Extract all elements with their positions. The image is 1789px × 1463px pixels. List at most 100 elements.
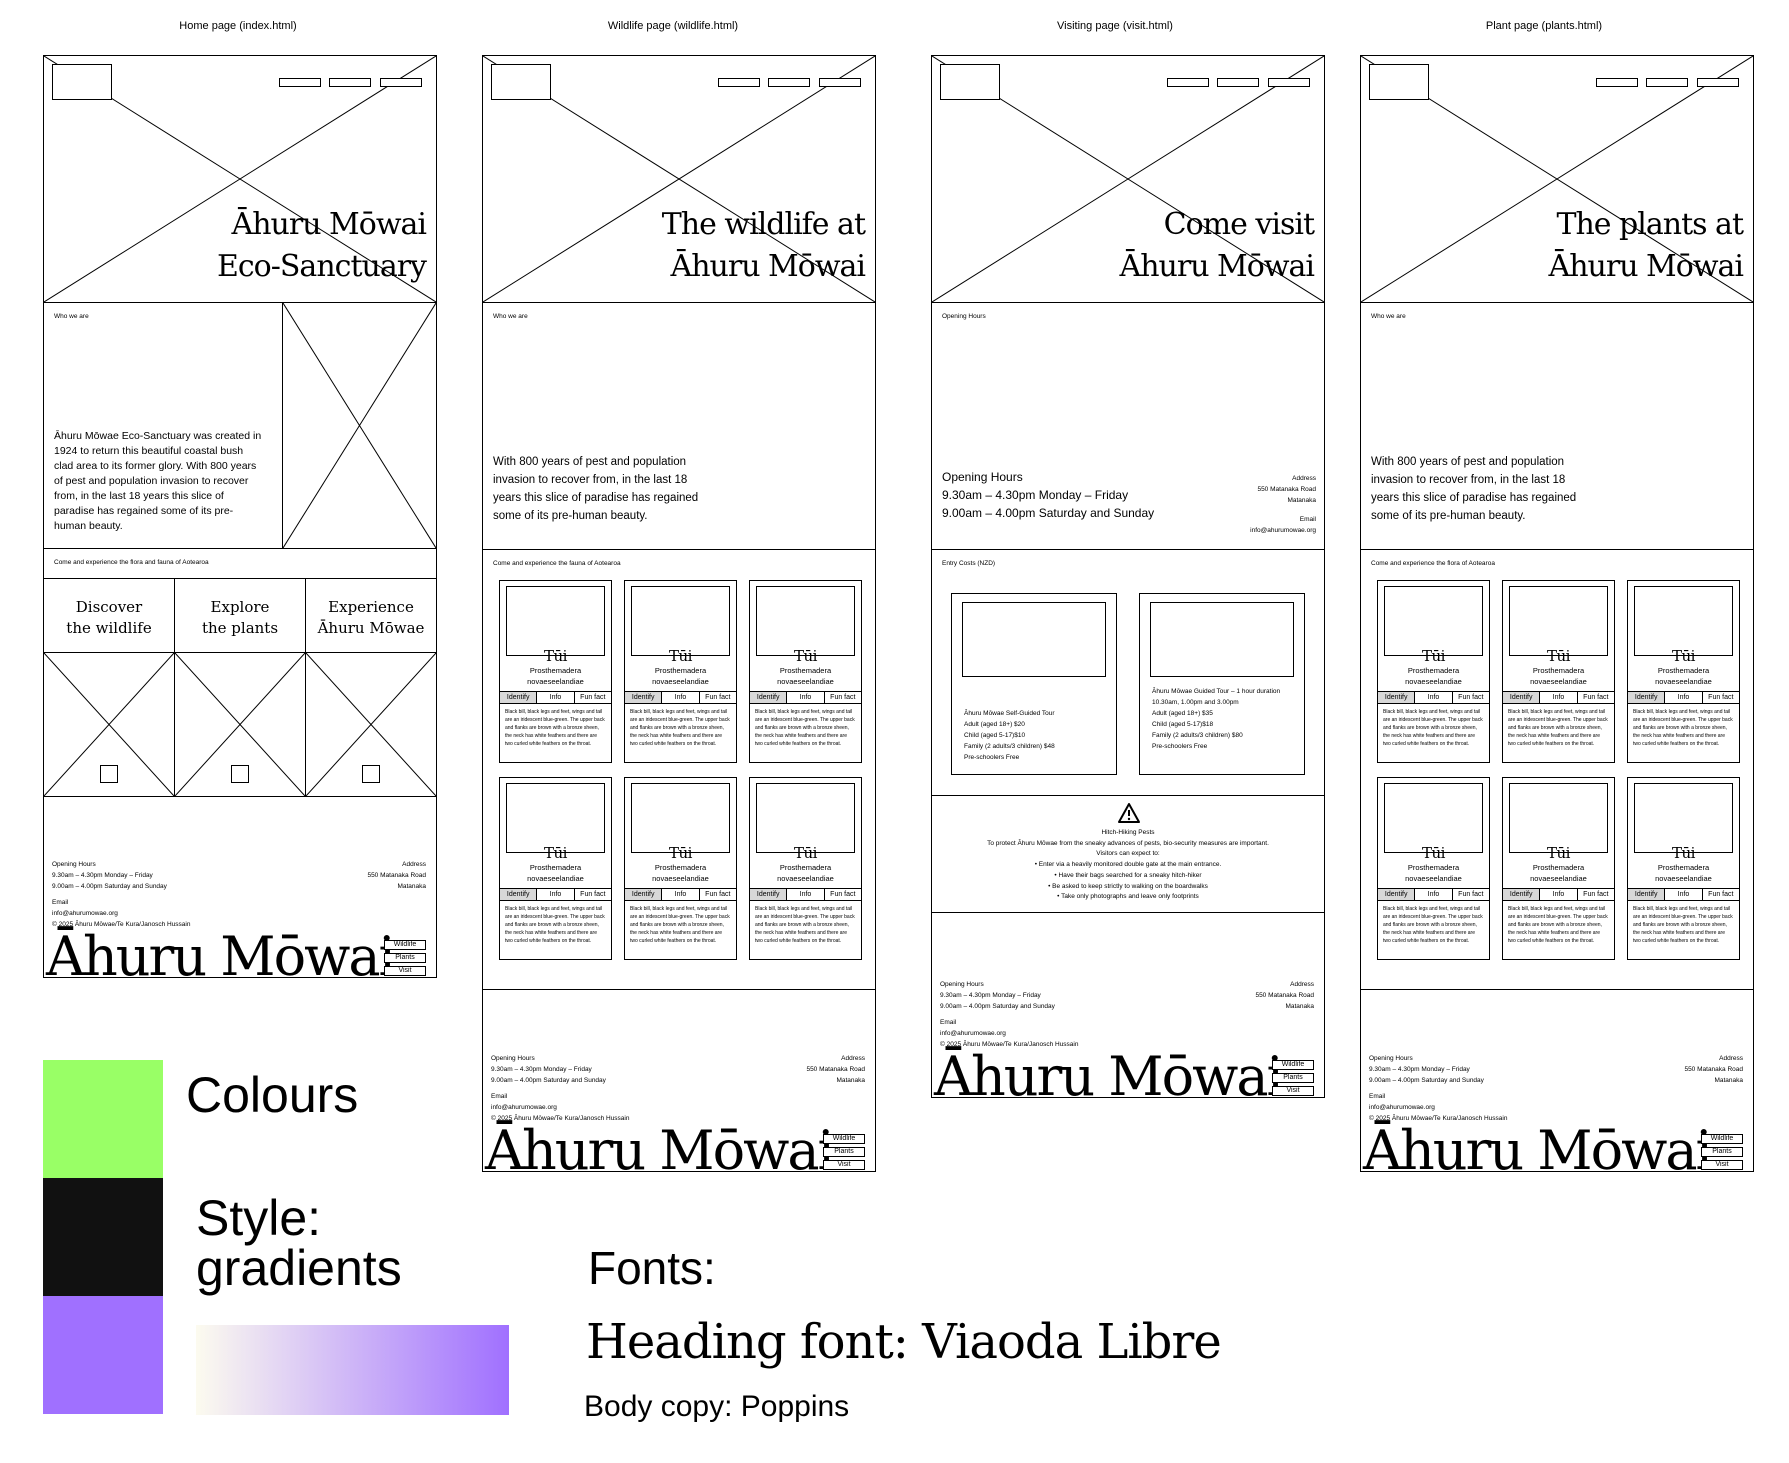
footer-email[interactable]: info@ahurumowae.org	[940, 1028, 1078, 1039]
footer-button-wildlife[interactable]: Wildlife	[384, 940, 426, 950]
tab-identify[interactable]: Identify	[1378, 889, 1416, 900]
species-card[interactable]: Tūi Prosthemadera novaeseelandiae Identif…	[499, 777, 612, 960]
link-button-placeholder[interactable]	[362, 765, 380, 783]
species-card[interactable]: Tūi Prosthemadera novaeseelandiae Identif…	[1377, 580, 1490, 763]
tab-fun-fact[interactable]: Fun fact	[1453, 889, 1489, 900]
footer-button-visit[interactable]: Visit	[384, 966, 426, 976]
logo-placeholder[interactable]	[1369, 64, 1429, 100]
nav-link-placeholder[interactable]	[1217, 78, 1259, 87]
link-tile-wildlife[interactable]: Discover the wildlife	[44, 579, 175, 652]
footer-button-wildlife[interactable]: Wildlife	[1701, 1134, 1743, 1144]
tab-info[interactable]: Info	[1540, 889, 1578, 900]
tab-identify[interactable]: Identify	[750, 692, 788, 703]
email-link[interactable]: info@ahurumowae.org	[1250, 525, 1316, 536]
tab-info[interactable]: Info	[662, 692, 700, 703]
experience-label-bar: Come and experience the flora and fauna …	[44, 549, 436, 579]
tab-fun-fact[interactable]: Fun fact	[825, 692, 861, 703]
tab-fun-fact[interactable]: Fun fact	[700, 692, 736, 703]
tab-fun-fact[interactable]: Fun fact	[825, 889, 861, 900]
nav-link-placeholder[interactable]	[329, 78, 371, 87]
heading-font-sample: Heading font: Viaoda Libre	[586, 1314, 1222, 1370]
species-card[interactable]: Tūi Prosthemadera novaeseelandiae Identif…	[749, 777, 862, 960]
species-card[interactable]: Tūi Prosthemadera novaeseelandiae Identif…	[1502, 580, 1615, 763]
footer-button-plants[interactable]: Plants	[1272, 1073, 1314, 1083]
nav-link-placeholder[interactable]	[1596, 78, 1638, 87]
footer-email[interactable]: info@ahurumowae.org	[491, 1102, 629, 1113]
footer-email[interactable]: info@ahurumowae.org	[1369, 1102, 1507, 1113]
tab-info[interactable]: Info	[1665, 889, 1703, 900]
card-latin-name: Prosthemadera novaeseelandiae	[1378, 665, 1489, 687]
footer-button-visit[interactable]: Visit	[823, 1160, 865, 1170]
footer-button-visit[interactable]: Visit	[1272, 1086, 1314, 1096]
footer-button-visit[interactable]: Visit	[1701, 1160, 1743, 1170]
tab-identify[interactable]: Identify	[1378, 692, 1416, 703]
nav-link-placeholder[interactable]	[1268, 78, 1310, 87]
tab-info[interactable]: Info	[1540, 692, 1578, 703]
tab-fun-fact[interactable]: Fun fact	[1703, 889, 1739, 900]
pests-line: • Have their bags searched for a sneaky …	[1054, 871, 1202, 879]
nav-link-placeholder[interactable]	[768, 78, 810, 87]
logo-placeholder[interactable]	[491, 64, 551, 100]
tab-fun-fact[interactable]: Fun fact	[1578, 889, 1614, 900]
link-tile-text: Āhuru Mōwae	[317, 619, 425, 637]
species-card[interactable]: Tūi Prosthemadera novaeseelandiae Identif…	[1377, 777, 1490, 960]
tab-fun-fact[interactable]: Fun fact	[1703, 692, 1739, 703]
species-card[interactable]: Tūi Prosthemadera novaeseelandiae Identif…	[499, 580, 612, 763]
tab-fun-fact[interactable]: Fun fact	[575, 692, 611, 703]
footer-button-plants[interactable]: Plants	[384, 953, 426, 963]
card-latin-line: novaeseelandiae	[777, 874, 834, 883]
tab-info[interactable]: Info	[1665, 692, 1703, 703]
tab-info[interactable]: Info	[787, 889, 825, 900]
nav-link-placeholder[interactable]	[1697, 78, 1739, 87]
nav-link-placeholder[interactable]	[1167, 78, 1209, 87]
tab-fun-fact[interactable]: Fun fact	[700, 889, 736, 900]
footer-text: 9.30am – 4.30pm Monday – Friday	[1369, 1066, 1470, 1073]
nav-link-placeholder[interactable]	[819, 78, 861, 87]
colours-label: Colours	[186, 1067, 359, 1123]
logo-placeholder[interactable]	[52, 64, 112, 100]
footer-text: 550 Matanaka Road	[367, 872, 426, 879]
hero-title: Come visit Āhuru Mōwai	[1120, 204, 1315, 288]
tab-identify[interactable]: Identify	[625, 692, 663, 703]
nav-link-placeholder[interactable]	[718, 78, 760, 87]
footer-button-plants[interactable]: Plants	[823, 1147, 865, 1157]
section-label: Who we are	[54, 313, 89, 320]
tab-identify[interactable]: Identify	[1628, 692, 1666, 703]
tab-identify[interactable]: Identify	[1503, 889, 1541, 900]
species-card[interactable]: Tūi Prosthemadera novaeseelandiae Identif…	[624, 580, 737, 763]
tab-info[interactable]: Info	[537, 889, 575, 900]
footer-button-wildlife[interactable]: Wildlife	[823, 1134, 865, 1144]
tab-info[interactable]: Info	[1415, 889, 1453, 900]
tab-info[interactable]: Info	[537, 692, 575, 703]
hero-title-line: Āhuru Mōwai	[231, 207, 427, 242]
nav-link-placeholder[interactable]	[1646, 78, 1688, 87]
link-button-placeholder[interactable]	[231, 765, 249, 783]
tab-info[interactable]: Info	[787, 692, 825, 703]
link-button-placeholder[interactable]	[100, 765, 118, 783]
footer-button-wildlife[interactable]: Wildlife	[1272, 1060, 1314, 1070]
card-tabs: Identify Info Fun fact	[1628, 888, 1739, 901]
species-card[interactable]: Tūi Prosthemadera novaeseelandiae Identif…	[1502, 777, 1615, 960]
link-tile-visit[interactable]: Experience Āhuru Mōwae	[306, 579, 436, 652]
logo-placeholder[interactable]	[940, 64, 1000, 100]
tab-identify[interactable]: Identify	[1628, 889, 1666, 900]
footer-email[interactable]: info@ahurumowae.org	[52, 908, 190, 919]
footer-button-plants[interactable]: Plants	[1701, 1147, 1743, 1157]
species-card[interactable]: Tūi Prosthemadera novaeseelandiae Identif…	[749, 580, 862, 763]
nav-link-placeholder[interactable]	[279, 78, 321, 87]
species-card[interactable]: Tūi Prosthemadera novaeseelandiae Identif…	[1627, 777, 1740, 960]
tab-identify[interactable]: Identify	[500, 889, 538, 900]
tab-identify[interactable]: Identify	[625, 889, 663, 900]
tab-info[interactable]: Info	[1415, 692, 1453, 703]
tab-fun-fact[interactable]: Fun fact	[1578, 692, 1614, 703]
species-card[interactable]: Tūi Prosthemadera novaeseelandiae Identif…	[624, 777, 737, 960]
tab-info[interactable]: Info	[662, 889, 700, 900]
nav-link-placeholder[interactable]	[380, 78, 422, 87]
tab-identify[interactable]: Identify	[1503, 692, 1541, 703]
species-card[interactable]: Tūi Prosthemadera novaeseelandiae Identif…	[1627, 580, 1740, 763]
tab-fun-fact[interactable]: Fun fact	[575, 889, 611, 900]
tab-identify[interactable]: Identify	[750, 889, 788, 900]
tab-identify[interactable]: Identify	[500, 692, 538, 703]
link-tile-plants[interactable]: Explore the plants	[175, 579, 306, 652]
tab-fun-fact[interactable]: Fun fact	[1453, 692, 1489, 703]
